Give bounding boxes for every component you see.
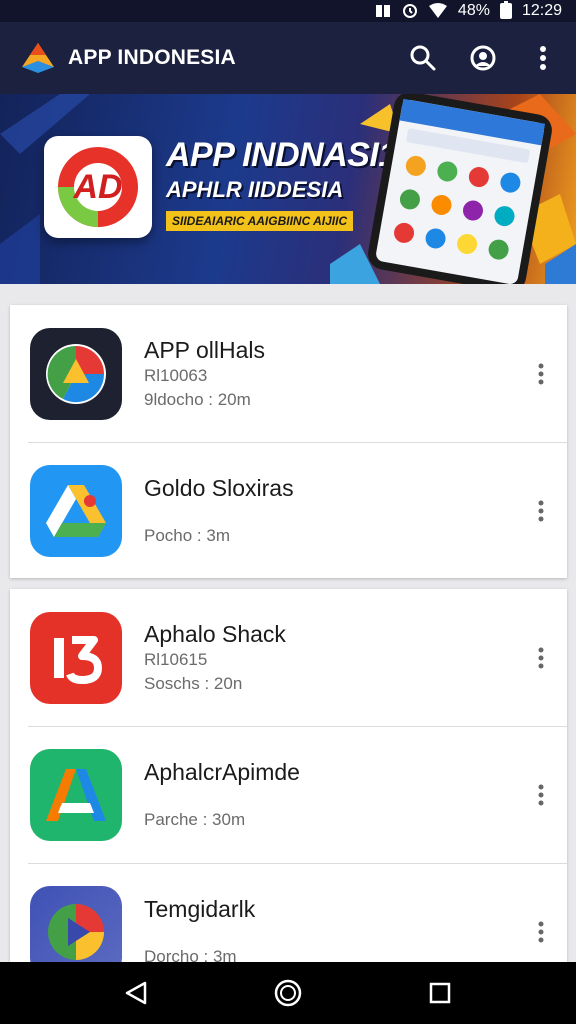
more-vert-icon — [538, 784, 544, 805]
item-more-button[interactable] — [523, 344, 559, 404]
app-name: APP ollHals — [144, 336, 266, 363]
drive-triangle-icon — [30, 464, 122, 557]
battery-icon — [499, 1, 512, 19]
app-logo-icon — [22, 43, 54, 73]
list-item[interactable]: Aphalo Shack Rl10615 Soschs : 20n — [10, 589, 567, 726]
more-vert-icon — [538, 921, 544, 942]
sim-icon — [374, 3, 392, 19]
back-button[interactable] — [116, 973, 156, 1013]
more-vert-icon — [538, 500, 544, 521]
recents-icon — [429, 982, 451, 1004]
account-icon — [470, 45, 496, 71]
home-button[interactable] — [268, 973, 308, 1013]
screen: 48% 12:29 APP INDONESIA AD APP INDNASI1 … — [0, 0, 576, 1024]
app-meta-2: Soschs : 20n — [144, 673, 243, 693]
item-more-button[interactable] — [523, 481, 559, 541]
list-item[interactable]: Goldo Sloxiras Pocho : 3m — [10, 442, 567, 579]
app-list-card: APP ollHals Rl10063 9ldocho : 20m Goldo … — [10, 305, 567, 578]
back-icon — [125, 981, 147, 1005]
more-vert-icon — [540, 46, 546, 70]
banner-logo: AD — [44, 136, 152, 238]
number-13-icon — [30, 611, 122, 704]
app-name: AphalcrApimde — [144, 758, 300, 785]
banner-logo-text: AD — [73, 167, 123, 206]
system-nav-bar — [0, 962, 576, 1024]
banner-title: APP INDNASI1 — [166, 136, 397, 174]
more-options-button[interactable] — [528, 43, 558, 73]
app-meta-2: Parche : 30m — [144, 809, 246, 829]
status-time: 12:29 — [521, 2, 562, 19]
item-more-button[interactable] — [523, 765, 559, 825]
status-bar: 48% 12:29 — [0, 0, 576, 22]
app-name: Goldo Sloxiras — [144, 474, 294, 501]
home-icon — [274, 979, 302, 1007]
app-meta-2: 9ldocho : 20m — [144, 389, 251, 409]
more-vert-icon — [538, 647, 544, 668]
list-item[interactable]: APP ollHals Rl10063 9ldocho : 20m — [10, 305, 567, 442]
pie-chart-icon — [30, 327, 122, 420]
app-meta-2: Pocho : 3m — [144, 525, 230, 545]
letter-a-icon — [30, 748, 122, 841]
phone-screen — [374, 98, 546, 284]
banner-phone-image — [365, 94, 555, 284]
item-more-button[interactable] — [523, 902, 559, 962]
promo-banner[interactable]: AD APP INDNASI1 APHLR IIDDESIA SIIDEAIAR… — [0, 94, 576, 284]
app-name: Aphalo Shack — [144, 620, 286, 647]
app-meta-1: Rl10615 — [144, 649, 208, 669]
search-icon — [410, 45, 436, 71]
app-list-card: Aphalo Shack Rl10615 Soschs : 20n Aphalc… — [10, 589, 567, 978]
search-button[interactable] — [408, 43, 438, 73]
battery-percent: 48% — [457, 2, 490, 19]
more-vert-icon — [538, 363, 544, 384]
account-button[interactable] — [468, 43, 498, 73]
banner-text: APP INDNASI1 APHLR IIDDESIA SIIDEAIARIC … — [166, 136, 397, 231]
list-item[interactable]: AphalcrApimde Parche : 30m — [10, 726, 567, 863]
app-name: Temgidarlk — [144, 895, 256, 922]
banner-tagline: SIIDEAIARIC AAIGBIINC AIJIIC — [166, 211, 354, 231]
app-bar: APP INDONESIA — [0, 22, 576, 94]
item-more-button[interactable] — [523, 628, 559, 688]
app-title: APP INDONESIA — [68, 46, 236, 69]
banner-subtitle: APHLR IIDDESIA — [166, 177, 344, 202]
wifi-icon — [428, 3, 448, 19]
recents-button[interactable] — [420, 973, 460, 1013]
alarm-icon — [402, 3, 418, 19]
app-meta-1: Rl10063 — [144, 365, 208, 385]
